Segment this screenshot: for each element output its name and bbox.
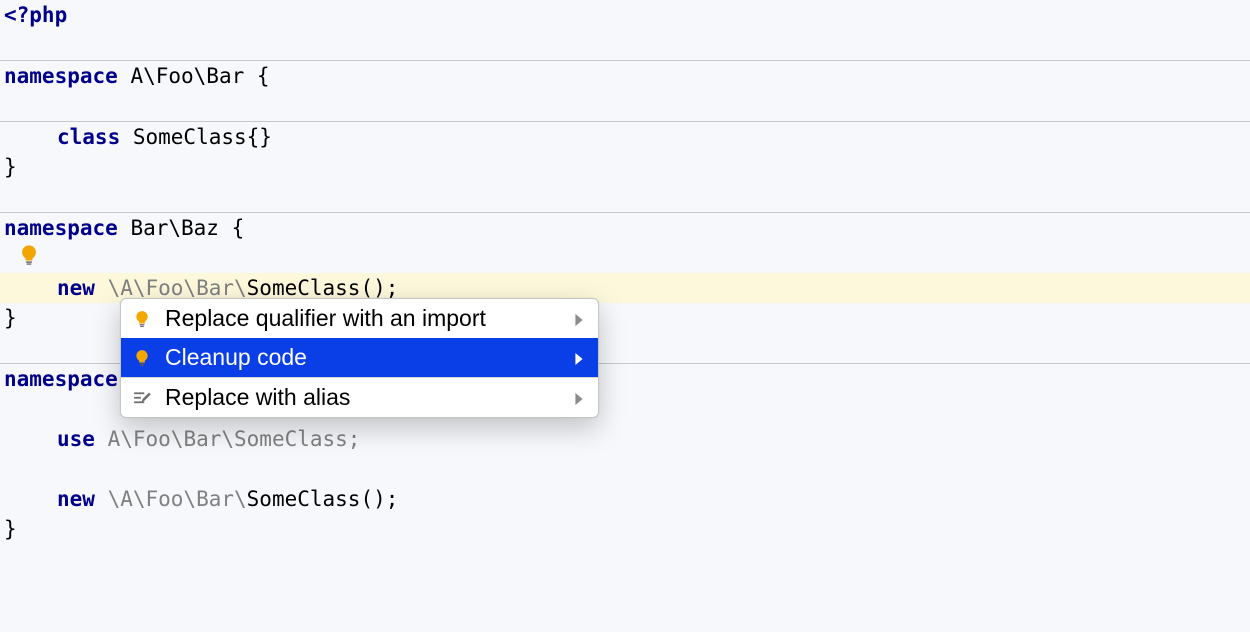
menu-item-replace-qualifier[interactable]: Replace qualifier with an import xyxy=(121,299,598,338)
menu-item-cleanup-code[interactable]: Cleanup code xyxy=(121,338,598,377)
code-line-blank xyxy=(0,243,1250,273)
code-line-blank xyxy=(0,182,1250,212)
chevron-right-icon xyxy=(574,305,584,332)
php-open-tag: <?php xyxy=(4,3,67,27)
chevron-right-icon xyxy=(574,344,584,371)
code-line: namespace Bar\Baz { xyxy=(0,213,1250,243)
chevron-right-icon xyxy=(574,384,584,411)
lightbulb-icon xyxy=(131,347,153,369)
code-line: <?php xyxy=(0,0,1250,30)
menu-item-label: Replace with alias xyxy=(165,384,562,411)
code-line: } xyxy=(0,152,1250,182)
code-line: class SomeClass{} xyxy=(0,122,1250,152)
code-line: new \A\Foo\Bar\SomeClass(); xyxy=(0,484,1250,514)
intention-actions-popup: Replace qualifier with an import Cleanup… xyxy=(120,298,599,418)
code-line: } xyxy=(0,514,1250,544)
code-line-blank xyxy=(0,91,1250,121)
code-line: namespace A\Foo\Bar { xyxy=(0,61,1250,91)
menu-item-label: Replace qualifier with an import xyxy=(165,305,562,332)
menu-item-label: Cleanup code xyxy=(165,344,562,371)
code-editor[interactable]: <?php namespace A\Foo\Bar { class SomeCl… xyxy=(0,0,1250,632)
intention-bulb-icon[interactable] xyxy=(18,244,42,268)
code-line: use A\Foo\Bar\SomeClass; xyxy=(0,424,1250,454)
menu-item-replace-alias[interactable]: Replace with alias xyxy=(121,378,598,417)
code-line-blank xyxy=(0,454,1250,484)
edit-icon xyxy=(131,387,153,409)
lightbulb-icon xyxy=(131,308,153,330)
code-line-blank xyxy=(0,30,1250,60)
